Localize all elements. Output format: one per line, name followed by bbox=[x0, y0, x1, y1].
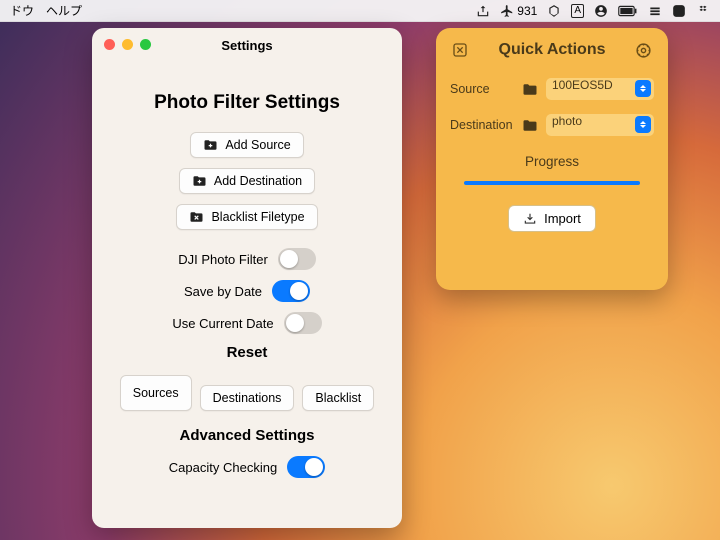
battery-icon[interactable] bbox=[618, 4, 638, 18]
progress-label: Progress bbox=[450, 154, 654, 169]
quick-actions-panel: Quick Actions Source 100EOS5D Destinatio… bbox=[436, 28, 668, 290]
button-label: Add Source bbox=[225, 138, 290, 152]
reset-destinations-button[interactable]: Destinations bbox=[200, 385, 295, 411]
airplane-mode-icon[interactable]: 931 bbox=[500, 4, 537, 18]
button-label: Sources bbox=[133, 386, 179, 400]
chevron-updown-icon bbox=[635, 80, 651, 97]
dropbox-icon[interactable] bbox=[696, 4, 710, 18]
progress-bar bbox=[464, 181, 640, 185]
menubar-item[interactable]: ヘルプ bbox=[46, 2, 82, 19]
destination-select[interactable]: photo bbox=[546, 114, 654, 136]
folder-x-icon bbox=[189, 211, 204, 223]
airplane-count: 931 bbox=[517, 4, 537, 18]
chevron-updown-icon bbox=[635, 116, 651, 133]
button-label: Destinations bbox=[213, 391, 282, 405]
add-source-button[interactable]: Add Source bbox=[190, 132, 303, 158]
menubar-item[interactable]: ドウ bbox=[10, 2, 34, 19]
button-label: Import bbox=[544, 211, 581, 226]
capacity-checking-toggle[interactable] bbox=[287, 456, 325, 478]
section-heading-advanced: Advanced Settings bbox=[179, 427, 314, 444]
folder-plus-icon bbox=[192, 175, 207, 187]
folder-icon bbox=[522, 119, 538, 132]
blacklist-filetype-button[interactable]: Blacklist Filetype bbox=[176, 204, 317, 230]
page-title: Photo Filter Settings bbox=[154, 92, 340, 114]
use-current-date-toggle[interactable] bbox=[284, 312, 322, 334]
hex-icon[interactable] bbox=[547, 4, 561, 18]
settings-window: Settings Photo Filter Settings Add Sourc… bbox=[92, 28, 402, 528]
download-icon bbox=[523, 212, 537, 226]
reset-blacklist-button[interactable]: Blacklist bbox=[302, 385, 374, 411]
button-label: Blacklist bbox=[315, 391, 361, 405]
window-title: Settings bbox=[221, 38, 272, 53]
zoom-button[interactable] bbox=[140, 39, 151, 50]
save-by-date-toggle[interactable] bbox=[272, 280, 310, 302]
toggle-label: Save by Date bbox=[184, 284, 262, 299]
dji-photo-filter-toggle[interactable] bbox=[278, 248, 316, 270]
titlebar[interactable]: Settings bbox=[92, 28, 402, 62]
toggle-label: DJI Photo Filter bbox=[178, 252, 268, 267]
share-icon[interactable] bbox=[476, 4, 490, 18]
toggle-label: Capacity Checking bbox=[169, 460, 277, 475]
source-select[interactable]: 100EOS5D bbox=[546, 78, 654, 100]
gear-icon[interactable] bbox=[634, 40, 654, 60]
select-value: 100EOS5D bbox=[552, 78, 613, 92]
button-label: Add Destination bbox=[214, 174, 302, 188]
section-heading-reset: Reset bbox=[227, 344, 268, 361]
add-destination-button[interactable]: Add Destination bbox=[179, 168, 315, 194]
line-app-icon[interactable] bbox=[672, 4, 686, 18]
user-icon[interactable] bbox=[594, 4, 608, 18]
source-field-label: Source bbox=[450, 82, 514, 96]
import-button[interactable]: Import bbox=[508, 205, 596, 232]
desktop: ドウ ヘルプ 931 A bbox=[0, 0, 720, 540]
panel-title: Quick Actions bbox=[499, 41, 606, 59]
folder-plus-icon bbox=[203, 139, 218, 151]
folder-icon bbox=[522, 83, 538, 96]
button-label: Blacklist Filetype bbox=[211, 210, 304, 224]
toggle-label: Use Current Date bbox=[172, 316, 273, 331]
close-button[interactable] bbox=[104, 39, 115, 50]
close-icon[interactable] bbox=[450, 40, 470, 60]
input-source-icon[interactable]: A bbox=[571, 4, 584, 18]
menubar: ドウ ヘルプ 931 A bbox=[0, 0, 720, 22]
minimize-button[interactable] bbox=[122, 39, 133, 50]
reset-sources-button[interactable]: Sources bbox=[120, 375, 192, 411]
select-value: photo bbox=[552, 114, 582, 128]
destination-field-label: Destination bbox=[450, 118, 514, 132]
menubar-extra-icon[interactable] bbox=[648, 4, 662, 18]
